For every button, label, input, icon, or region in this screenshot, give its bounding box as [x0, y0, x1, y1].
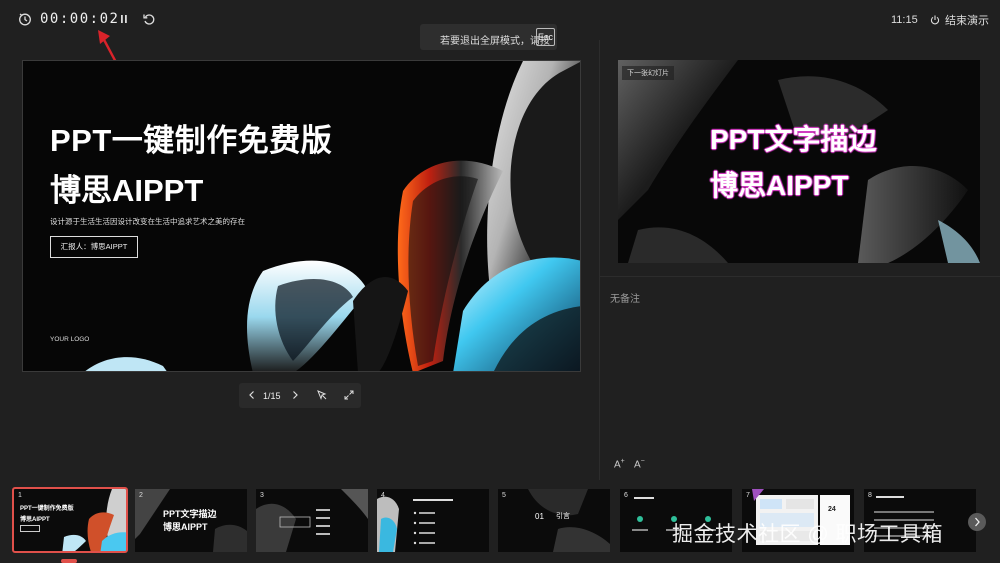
slide-subtitle: 设计源于生活生活因设计改变在生活中追求艺术之美的存在	[50, 217, 245, 226]
thumb-number: 4	[381, 492, 385, 499]
chevron-left-icon[interactable]	[246, 389, 258, 401]
expand-icon[interactable]	[343, 389, 355, 401]
thumb-section-title: 引言	[556, 513, 570, 520]
strip-scroll-button[interactable]	[968, 513, 986, 531]
power-icon	[930, 15, 940, 25]
clock: 11:15	[891, 14, 918, 26]
increase-font-button[interactable]: A+	[614, 458, 625, 470]
thumb-title: PPT文字描边	[163, 509, 217, 519]
thumb-box	[20, 525, 40, 532]
thumb-number: 5	[502, 492, 506, 499]
chevron-right-icon[interactable]	[289, 389, 301, 401]
thumb-art	[377, 496, 453, 552]
thumbnail-slide-2[interactable]: 2 PPT文字描边 博思AIPPT	[135, 489, 247, 552]
next-slide-title-line1: PPT文字描边	[710, 124, 877, 155]
watermark: 掘金技术社区 @ 职场工具箱	[672, 523, 943, 546]
thumb-number: 6	[624, 492, 628, 499]
slide-counter: 1/15	[263, 391, 281, 401]
thumb-number: 8	[868, 492, 872, 499]
pane-divider	[599, 40, 600, 480]
thumb-number: 7	[746, 492, 750, 499]
thumbnail-slide-4[interactable]: 4	[377, 489, 489, 552]
end-show-label: 结束演示	[945, 15, 989, 27]
slide-title-line1: PPT一键制作免费版	[50, 123, 333, 158]
thumb-number: 1	[18, 492, 22, 499]
next-slide-title-line2: 博思AIPPT	[710, 170, 849, 201]
active-thumbnail-indicator	[61, 559, 77, 563]
thumb-number: 3	[260, 492, 264, 499]
thumb-title2: 博思AIPPT	[163, 522, 208, 532]
notes-divider	[600, 276, 1000, 277]
slide-title-line2: 博思AIPPT	[50, 173, 204, 208]
slide-reporter-box: 汇报人：博思AIPPT	[50, 236, 138, 258]
esc-key-badge: Esc	[536, 28, 555, 46]
timer-icon	[18, 12, 32, 26]
reset-timer-button[interactable]	[142, 12, 156, 26]
next-slide-art	[618, 60, 980, 263]
slide-navigator: 1/15	[239, 383, 361, 408]
thumb-number: 2	[139, 492, 143, 499]
current-slide[interactable]: PPT一键制作免费版 博思AIPPT 设计源于生活生活因设计改变在生活中追求艺术…	[22, 60, 581, 372]
thumb-stat: 24	[828, 506, 836, 513]
fullscreen-exit-tip: 若要退出全屏模式，请按 Esc	[420, 24, 557, 50]
decrease-font-button[interactable]: A−	[634, 458, 645, 470]
laser-pointer-icon[interactable]	[316, 389, 328, 401]
speaker-notes: 无备注	[610, 294, 640, 305]
slide-logo-text: YOUR LOGO	[50, 336, 90, 343]
pause-button[interactable]	[118, 13, 130, 25]
thumbnail-slide-3[interactable]: 3	[256, 489, 368, 552]
next-slide-label: 下一张幻灯片	[622, 66, 674, 80]
thumb-section-number: 01	[535, 512, 544, 521]
elapsed-timer: 00:00:02	[40, 11, 120, 27]
next-slide-preview[interactable]: 下一张幻灯片 PPT文字描边 博思AIPPT	[618, 60, 980, 263]
end-show-button[interactable]: 结束演示	[930, 12, 989, 28]
font-down-label: A	[634, 459, 641, 471]
thumb-title: PPT一键制作免费版	[20, 506, 74, 512]
thumb-title2: 博思AIPPT	[20, 517, 50, 523]
font-up-label: A	[614, 459, 621, 471]
thumb-art	[528, 489, 610, 552]
thumbnail-slide-5[interactable]: 5 01 引言	[498, 489, 610, 552]
esc-tip-text: 若要退出全屏模式，请按	[440, 36, 550, 47]
thumbnail-slide-1[interactable]: 1 PPT一键制作免费版 博思AIPPT	[12, 487, 128, 553]
thumb-art	[256, 489, 368, 552]
